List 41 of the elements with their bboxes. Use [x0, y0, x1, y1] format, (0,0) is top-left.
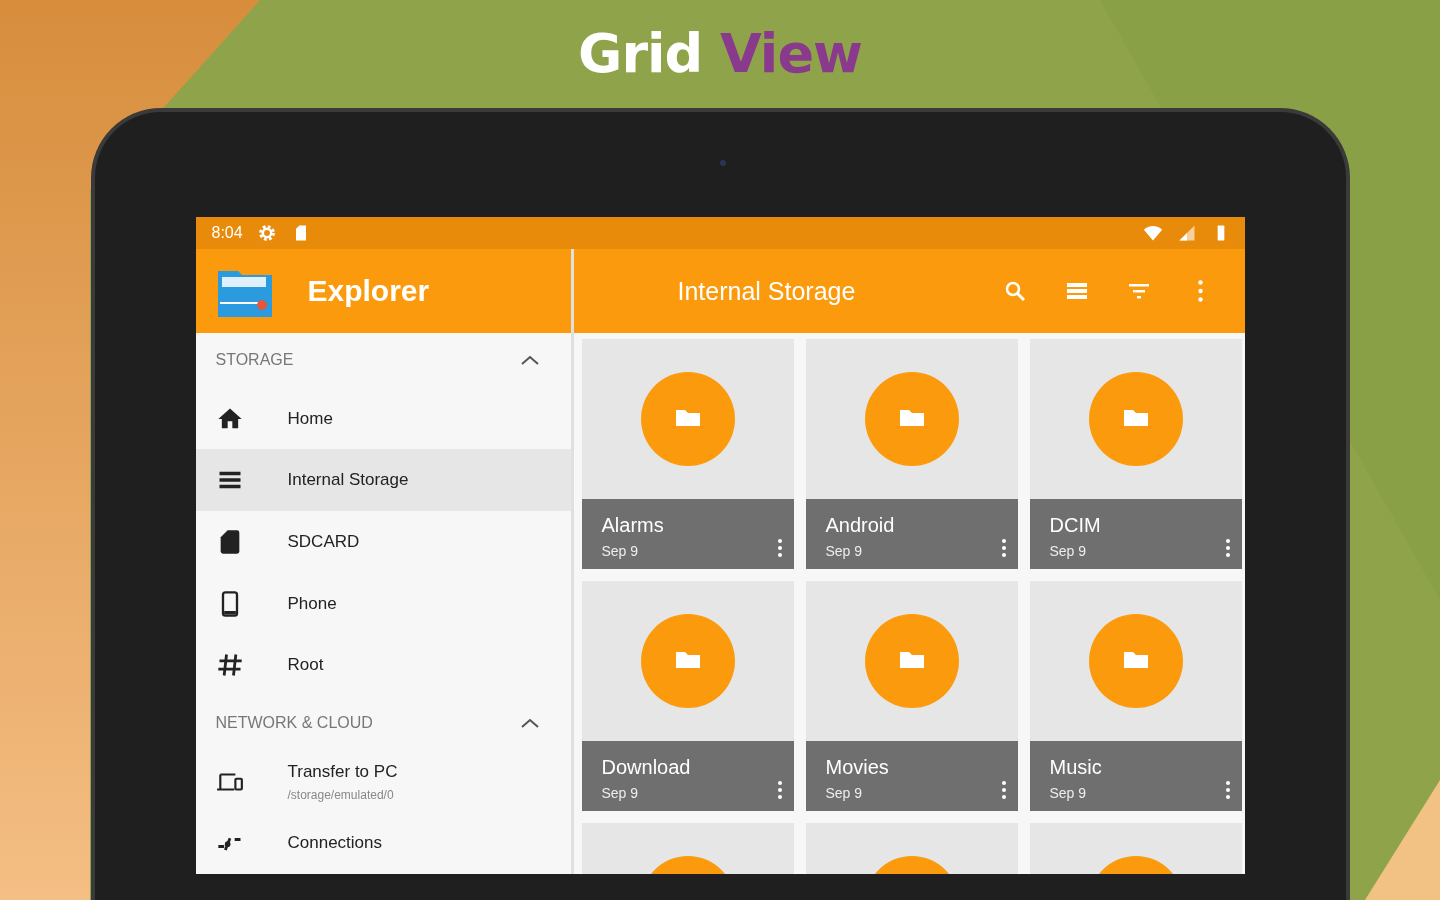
- folder-name: DCIM: [1049, 514, 1102, 537]
- folder-card[interactable]: Music Sep 9: [1029, 581, 1242, 811]
- folder-card[interactable]: Download Sep 9: [581, 581, 794, 811]
- section-header: STORAGE: [215, 351, 294, 370]
- sidebar-item[interactable]: Transfer to PC /storage/emulated/0: [195, 750, 571, 813]
- folder-name: Music: [1049, 756, 1103, 779]
- sidebar-item[interactable]: Internal Storage: [195, 449, 571, 512]
- sidebar-item[interactable]: Connections: [195, 812, 571, 874]
- wifi-icon: [1142, 223, 1163, 243]
- folder-card[interactable]: Android Sep 9: [805, 339, 1018, 569]
- sidebar-item[interactable]: Phone: [195, 572, 571, 635]
- folder-name: Alarms: [601, 514, 665, 537]
- sidebar-item[interactable]: Home: [195, 387, 571, 450]
- folder-card[interactable]: Movies Sep 9: [805, 581, 1018, 811]
- folder-name: Download: [601, 756, 692, 779]
- folder-date: Sep 9: [1049, 543, 1088, 559]
- folder-name: Movies: [825, 756, 890, 779]
- folder-icon: [1088, 372, 1183, 466]
- folder-date: Sep 9: [601, 543, 640, 559]
- folder-date: Sep 9: [1049, 785, 1088, 801]
- sidebar-item[interactable]: SDCARD: [195, 511, 571, 573]
- toolbar-title: Internal Storage: [677, 276, 857, 306]
- gear-icon: [256, 223, 277, 243]
- more-icon: [1198, 280, 1203, 302]
- sidebar-item[interactable]: Root: [195, 634, 571, 696]
- folder-icon: [864, 372, 959, 466]
- folder-date: Sep 9: [825, 785, 864, 801]
- folder-icon: [640, 372, 735, 466]
- folder-name: Android: [825, 514, 896, 537]
- headline: Grid View: [578, 22, 862, 86]
- status-time: 8:04: [211, 224, 243, 242]
- folder-date: Sep 9: [601, 785, 640, 801]
- folder-date: Sep 9: [825, 543, 864, 559]
- folder-icon: [864, 614, 959, 708]
- camera-icon: [720, 160, 726, 166]
- folder-icon: [640, 614, 735, 708]
- folder-card[interactable]: Alarms Sep 9: [581, 339, 794, 569]
- app-title: Explorer: [307, 274, 430, 308]
- folder-icon: [1088, 614, 1183, 708]
- section-header: NETWORK & CLOUD: [215, 714, 373, 733]
- folder-card[interactable]: DCIM Sep 9: [1029, 339, 1242, 569]
